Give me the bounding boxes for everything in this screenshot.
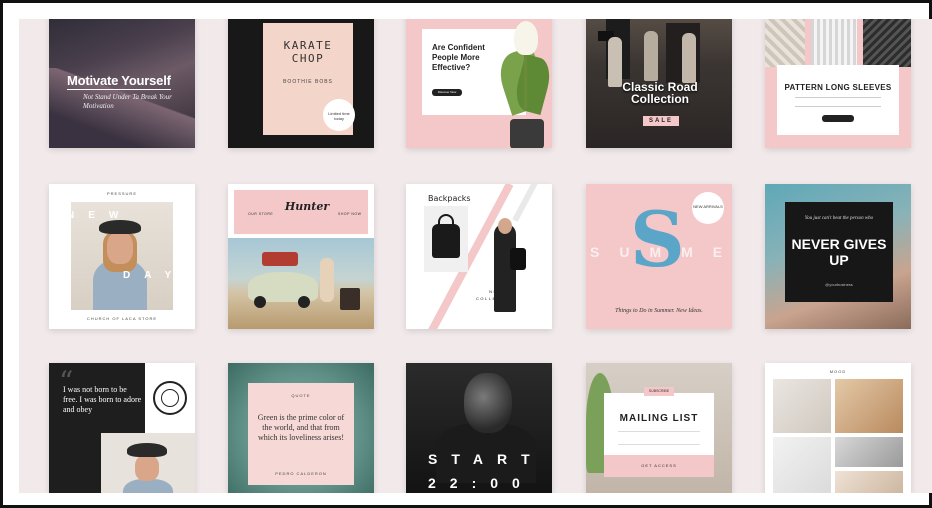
circle-badge: NEW ARRIVALS <box>692 192 724 224</box>
seal-inner <box>161 389 179 407</box>
tile-title: MAILING LIST <box>619 413 699 424</box>
tile-small-text: BOOTHIE BOBS <box>283 79 333 85</box>
white-card: SUBSCRIBE MAILING LIST GET ACCESS <box>604 387 714 477</box>
get-access-button: GET ACCESS <box>604 455 714 477</box>
tile-top-label: QUOTE <box>291 393 311 398</box>
tile-title: KARATE CHOP <box>283 39 333 65</box>
pink-header: OUR STORE Hunter SHOP NOW <box>234 190 368 234</box>
big-letter-s: S <box>630 195 685 284</box>
suitcase-shape <box>340 288 360 310</box>
tile-start: START 22:00 <box>406 363 552 493</box>
text-lines <box>795 97 881 107</box>
pattern-swatch <box>765 19 805 67</box>
tile-mailing-list: SUBSCRIBE MAILING LIST GET ACCESS <box>586 363 732 493</box>
instagram-template-grid: Motivate Yourself Not Stand Under Ta Bre… <box>19 19 932 493</box>
tile-title: NEVER GIVES UP <box>791 236 887 268</box>
person-face <box>135 455 159 481</box>
grey-stripe <box>512 184 546 222</box>
shop-button <box>822 115 854 122</box>
tile-handle: @yourbusiness <box>825 282 853 287</box>
collection-label: NEW COLLECTION <box>476 289 517 301</box>
left-label: OUR STORE <box>248 212 274 216</box>
tile-green-quote: QUOTE Green is the prime color of the wo… <box>228 363 374 493</box>
right-label: SHOP NOW <box>338 212 362 216</box>
tile-title: Motivate Yourself <box>67 73 171 90</box>
vase-shape <box>510 119 544 148</box>
wheel-shape <box>298 296 310 308</box>
tile-subtitle: Not Stand Under Ta Break Your Motivation <box>83 93 172 110</box>
beach-photo <box>228 238 374 329</box>
tile-hunter: OUR STORE Hunter SHOP NOW <box>228 184 374 329</box>
backpack-icon <box>432 224 460 258</box>
tile-top-label: MOOD <box>829 369 847 374</box>
tile-quote: “ I was not born to be free. I was born … <box>49 363 195 493</box>
mood-photo <box>835 471 903 493</box>
start-text: START <box>428 451 544 467</box>
sale-tag: SALE <box>643 116 680 126</box>
quote-author: PEDRO CALDERON <box>275 471 327 476</box>
dark-card: You just can't beat the person who NEVER… <box>785 202 893 302</box>
person-face <box>107 232 133 264</box>
tile-moodboard: MOOD <box>765 363 911 493</box>
tile-are-confident: Are Confident People More Effective? Dis… <box>406 19 552 148</box>
mood-photo <box>835 379 903 433</box>
quote-text: I was not born to be free. I was born to… <box>63 385 142 414</box>
person-face <box>498 218 512 234</box>
subscribe-tag: SUBSCRIBE <box>644 387 674 396</box>
tile-karate-chop: KARATE CHOP BOOTHIE BOBS Limited time to… <box>228 19 374 148</box>
word-day: DAY <box>123 270 186 281</box>
discover-button: Discover Now <box>432 89 462 96</box>
tile-motivate-yourself: Motivate Yourself Not Stand Under Ta Bre… <box>49 19 195 148</box>
time-text: 22:00 <box>428 475 534 491</box>
circle-badge: Limited time today <box>323 99 355 131</box>
mood-photo <box>773 379 831 433</box>
luggage-shape <box>262 252 298 266</box>
tile-title: Are Confident People More Effective? <box>432 43 485 72</box>
person-figure <box>608 37 622 87</box>
tile-pattern-long-sleeves: PATTERN LONG SLEEVES <box>765 19 911 148</box>
wheel-shape <box>254 296 266 308</box>
person-figure <box>320 258 334 302</box>
image-frame: Motivate Yourself Not Stand Under Ta Bre… <box>0 0 932 508</box>
mood-photo <box>835 437 903 467</box>
mood-photo <box>773 437 831 493</box>
tile-backpacks: Backpacks NEW COLLECTION <box>406 184 552 329</box>
tile-title: PATTERN LONG SLEEVES <box>784 83 892 92</box>
hat-icon <box>127 443 167 457</box>
tile-classic-road-collection: Classic Road Collection SALE <box>586 19 732 148</box>
tile-top-label: PRESSURE <box>106 191 137 196</box>
person-body <box>123 479 173 493</box>
backpack-icon <box>510 248 526 270</box>
person-figure <box>644 31 658 81</box>
tile-title: Classic Road Collection <box>622 80 698 106</box>
hat-icon <box>99 220 141 234</box>
pattern-swatch <box>811 19 857 67</box>
tile-never-gives-up: You just can't beat the person who NEVER… <box>765 184 911 329</box>
person-figure <box>682 33 696 83</box>
hunter-logo: Hunter <box>284 200 330 213</box>
pink-card: QUOTE Green is the prime color of the wo… <box>248 383 354 485</box>
tile-bottom-label: CHURCH OF LACA STORE <box>86 316 158 321</box>
pattern-swatch <box>863 19 911 67</box>
quote-text: Green is the prime color of the world, a… <box>257 413 345 442</box>
tulip-icon <box>514 21 538 55</box>
white-card: PATTERN LONG SLEEVES <box>777 65 899 135</box>
tile-caption: Things to Do in Summer. New Ideas. <box>615 308 703 314</box>
tile-top-text: You just can't beat the person who <box>804 216 874 221</box>
person-head <box>464 373 512 433</box>
tile-summer: SUMMER S NEW ARRIVALS Things to Do in Su… <box>586 184 732 329</box>
tile-title: Backpacks <box>428 194 471 203</box>
text-lines <box>618 431 700 445</box>
word-new: NEW <box>67 210 133 221</box>
tile-new-day: PRESSURE NEW DAY CHURCH OF LACA STORE <box>49 184 195 329</box>
